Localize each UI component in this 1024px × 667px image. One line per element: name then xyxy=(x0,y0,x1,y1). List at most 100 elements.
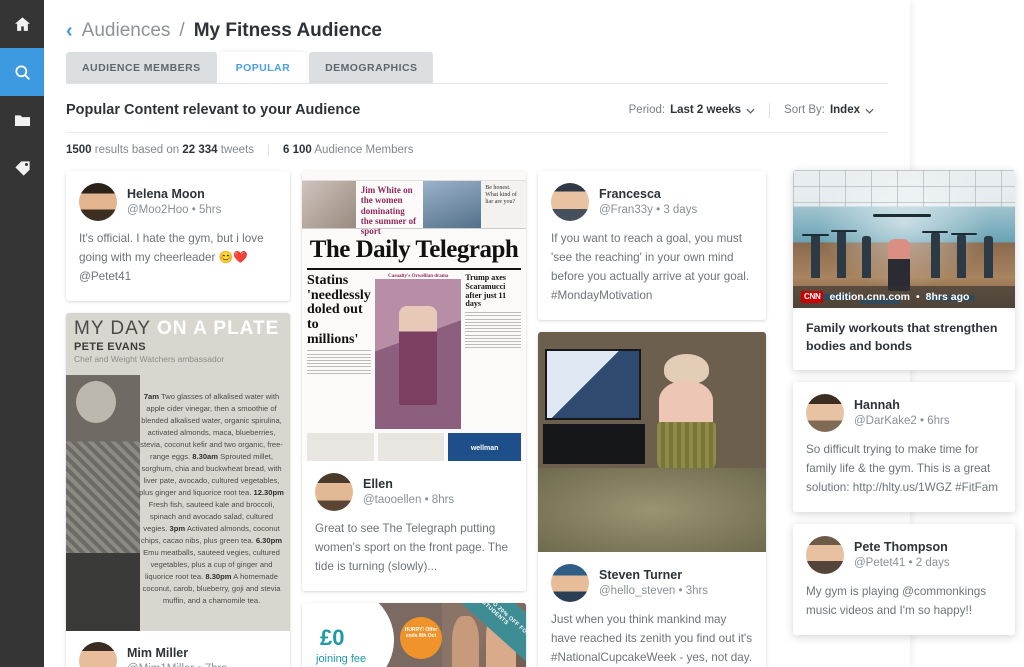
handle-text: @taooellen xyxy=(363,494,422,507)
board-column-1: Helena Moon @Moo2Hoo • 5hrs It's officia… xyxy=(66,171,290,667)
tab-demographics[interactable]: DEMOGRAPHICS xyxy=(309,52,434,84)
handle-text: @Petet41 xyxy=(854,557,906,570)
article-timestamp: 8hrs ago xyxy=(925,291,970,303)
tweet-card-steven[interactable]: Steven Turner @hello_steven • 3hrs Just … xyxy=(538,331,766,667)
sidebar-item-search[interactable] xyxy=(0,48,44,96)
left-sidebar xyxy=(0,0,44,667)
handle-text: @DarKake2 xyxy=(854,415,917,428)
handle-text: @Mim1Miller xyxy=(127,663,194,667)
telegraph-masthead: The Daily Telegraph xyxy=(307,229,521,270)
cnn-logo-icon: CNN xyxy=(801,291,824,303)
results-count: 1500 xyxy=(66,144,92,156)
entry-time: 7am xyxy=(143,391,160,401)
app-root: ‹ Audiences / My Fitness Audience AUDIEN… xyxy=(0,0,1024,667)
gym-ad-image: £0 joining fee HURRY! Offer ends 8th Oct… xyxy=(302,602,526,667)
tab-audience-members[interactable]: AUDIENCE MEMBERS xyxy=(66,52,217,84)
telegraph-footer-box xyxy=(307,433,374,461)
tweet-author-name: Hannah xyxy=(854,398,900,413)
sort-dropdown[interactable]: Sort By: Index xyxy=(770,104,888,116)
television xyxy=(544,349,641,420)
telegraph-strip-right: Be honest. What kind of liar are you? xyxy=(485,185,517,206)
avatar xyxy=(806,394,844,433)
rug xyxy=(538,468,766,552)
clipping-body: 7am Two glasses of alkalised water with … xyxy=(138,391,285,607)
tweets-count: 22 334 xyxy=(182,144,218,156)
tweet-card-hannah[interactable]: Hannah @DarKake2 • 6hrs So difficult try… xyxy=(793,382,1015,513)
section-header: Popular Content relevant to your Audienc… xyxy=(66,84,888,133)
avatar xyxy=(315,473,353,511)
separator-dot: • xyxy=(656,204,661,217)
timestamp: 7hrs xyxy=(205,663,227,667)
telegraph-strip-photo xyxy=(302,181,356,228)
breadcrumb-parent[interactable]: Audiences xyxy=(82,20,171,42)
section-title: Popular Content relevant to your Audienc… xyxy=(66,102,361,118)
tweet-author-name: Ellen xyxy=(363,476,393,491)
tweet-card-francesca[interactable]: Francesca @Fran33y • 3 days If you want … xyxy=(538,171,766,320)
separator-dot: • xyxy=(424,494,429,507)
clipping-subject: PETE EVANS xyxy=(74,340,146,353)
tweet-author-handle: @Petet41 • 2 days xyxy=(854,555,950,571)
tv-stand xyxy=(542,424,646,464)
ad-badge: HURRY! Offer ends 8th Oct xyxy=(400,616,442,659)
tweet-text: Just when you think mankind may have rea… xyxy=(551,612,753,664)
tab-popular[interactable]: POPULAR xyxy=(219,52,307,84)
telegraph-body-lines xyxy=(307,350,372,374)
tweet-author-handle: @Moo2Hoo • 5hrs xyxy=(127,202,221,218)
tweet-author-handle: @DarKake2 • 6hrs xyxy=(854,413,950,429)
article-source-domain: edition.cnn.com xyxy=(829,291,910,303)
avatar xyxy=(79,641,117,667)
gym-class-image: CNN edition.cnn.com • 8hrs ago xyxy=(793,170,1015,308)
back-chevron-icon[interactable]: ‹ xyxy=(66,21,73,41)
members-text: Audience Members xyxy=(314,144,414,156)
ad-price: £0 xyxy=(320,624,345,650)
cupcake-costume-image xyxy=(538,331,766,552)
ad-subtext: joining fee xyxy=(316,652,367,665)
entry-time: 12.30pm xyxy=(253,487,284,497)
avatar xyxy=(551,183,589,221)
tweet-author-name: Pete Thompson xyxy=(854,539,948,554)
board-column-2: Jim White on the women dominating the su… xyxy=(302,171,526,667)
ad-card-gym-offer[interactable]: £0 joining fee HURRY! Offer ends 8th Oct… xyxy=(302,602,526,667)
entry-time: 8.30am xyxy=(192,451,219,461)
home-icon xyxy=(13,15,32,34)
period-dropdown[interactable]: Period: Last 2 weeks xyxy=(615,104,769,116)
sidebar-item-home[interactable] xyxy=(0,0,44,48)
telegraph-dateline xyxy=(302,171,526,181)
tweet-author-handle: @Fran33y • 3 days xyxy=(599,202,697,218)
tweet-hashtag[interactable]: #MondayMotivation xyxy=(551,287,753,306)
tweet-text: So difficult trying to make time for fam… xyxy=(806,443,999,495)
breadcrumb: ‹ Audiences / My Fitness Audience xyxy=(66,0,888,52)
article-card-my-day-on-a-plate[interactable]: MY DAY ON A PLATE PETE EVANS Chef and We… xyxy=(66,312,290,667)
timestamp: 2 days xyxy=(915,557,950,570)
tweet-author-name: Francesca xyxy=(599,186,661,201)
tweet-card-pete[interactable]: Pete Thompson @Petet41 • 2 days My gym i… xyxy=(793,524,1015,635)
board-column-3: Francesca @Fran33y • 3 days If you want … xyxy=(538,171,766,667)
timestamp: 3 days xyxy=(663,204,698,217)
sort-value: Index xyxy=(829,104,860,116)
telegraph-front-page-image: Jim White on the women dominating the su… xyxy=(302,171,526,461)
clipping-photo xyxy=(66,374,140,631)
article-card-telegraph[interactable]: Jim White on the women dominating the su… xyxy=(302,171,526,591)
tweet-author-handle: @taooellen • 8hrs xyxy=(363,492,454,508)
page-title: My Fitness Audience xyxy=(193,20,382,41)
main-panel: ‹ Audiences / My Fitness Audience AUDIEN… xyxy=(44,0,910,667)
sidebar-item-tag[interactable] xyxy=(0,144,44,192)
strip-headline-text: Jim White on the women dominating the su… xyxy=(360,185,417,237)
telegraph-body-lines xyxy=(465,312,521,349)
avatar xyxy=(551,563,589,602)
entry-text: Two glasses of alkalised water with appl… xyxy=(140,391,283,461)
timestamp: 5hrs xyxy=(198,204,222,217)
chevron-down-icon xyxy=(865,106,874,116)
entry-time: 6.30pm xyxy=(255,535,282,545)
article-card-cnn[interactable]: CNN edition.cnn.com • 8hrs ago Family wo… xyxy=(793,170,1015,371)
separator-dot: • xyxy=(920,415,925,428)
clipping-title-light: MY DAY xyxy=(74,317,151,339)
tweet-text: Great to see The Telegraph putting women… xyxy=(315,522,509,573)
separator-dot: • xyxy=(678,584,683,597)
separator-dot: • xyxy=(191,204,196,217)
tweet-card-helena[interactable]: Helena Moon @Moo2Hoo • 5hrs It's officia… xyxy=(66,171,290,301)
telegraph-strip-photo-2 xyxy=(422,181,482,228)
results-text: results based on xyxy=(94,144,180,156)
sidebar-item-folder[interactable] xyxy=(0,96,44,144)
telegraph-footer-box xyxy=(377,433,445,461)
